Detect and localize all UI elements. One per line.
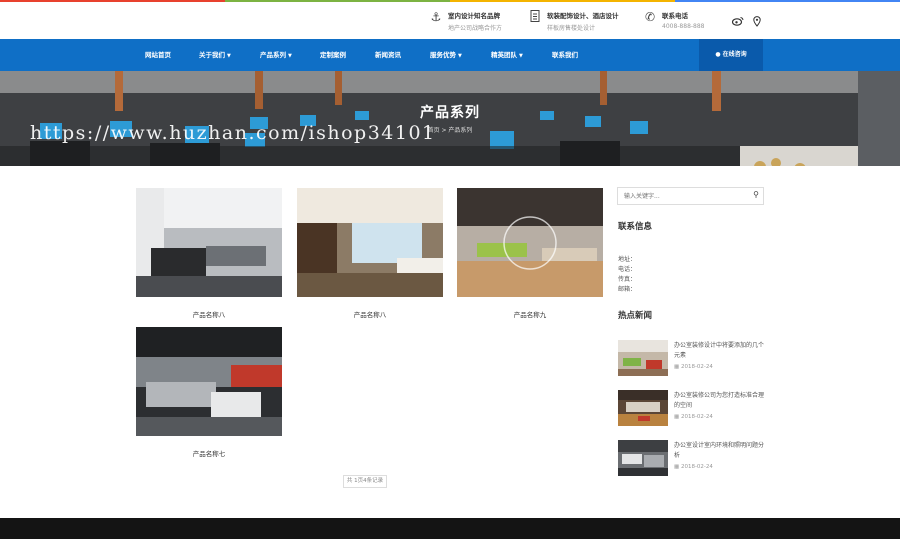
news-title[interactable]: 办公室装修公司为您打造标准合理的空间 bbox=[674, 391, 766, 411]
sidebar-search: ⚲ bbox=[617, 187, 764, 205]
weibo-icon[interactable] bbox=[731, 16, 744, 29]
news-item[interactable]: 办公室装修设计中将要添加的几个元素 ▦ 2018-02-24 bbox=[618, 340, 766, 376]
nav-item-products[interactable]: 产品系列 ▼ bbox=[260, 39, 292, 71]
calendar-icon: ▦ bbox=[674, 414, 680, 420]
product-name[interactable]: 产品名称八 bbox=[136, 309, 282, 319]
search-icon[interactable]: ⚲ bbox=[753, 190, 759, 199]
product-image[interactable] bbox=[297, 188, 443, 297]
banner-title: 产品系列 bbox=[420, 105, 480, 121]
watermark-text: https://www.huzhan.com/ishop34101 bbox=[30, 122, 436, 144]
contact-heading: 联系信息 bbox=[618, 222, 653, 232]
news-date: 2018-02-24 bbox=[680, 414, 713, 420]
phone-icon: ✆ bbox=[644, 10, 656, 24]
nav-item-home[interactable]: 网站首页 bbox=[145, 39, 171, 71]
main-nav: 网站首页 关于我们 ▼ 产品系列 ▼ 定制案例 新闻资讯 服务优势 ▼ 精英团队 ▼ 联… bbox=[0, 39, 900, 71]
nav-item-news[interactable]: 新闻资讯 bbox=[375, 39, 401, 71]
top-info-bar: ⚓ 室内设计知名品牌 地产公司战略合作方 软装配饰设计、酒店设计 样板房售楼处设… bbox=[0, 2, 900, 39]
news-title[interactable]: 办公室装修设计中将要添加的几个元素 bbox=[674, 341, 766, 361]
page-banner: 产品系列 首页 > 产品系列 https://www.huzhan.com/is… bbox=[0, 71, 900, 166]
news-item[interactable]: 办公室设计室内环境和照明问题分析 ▦ 2018-02-24 bbox=[618, 440, 766, 476]
product-image[interactable] bbox=[136, 327, 282, 436]
news-item[interactable]: 办公室装修公司为您打造标准合理的空间 ▦ 2018-02-24 bbox=[618, 390, 766, 426]
news-thumbnail[interactable] bbox=[618, 340, 668, 376]
contact-address: 地址： bbox=[618, 256, 637, 263]
nav-item-contact[interactable]: 联系我们 bbox=[552, 39, 578, 71]
news-date: 2018-02-24 bbox=[680, 364, 713, 370]
page-footer bbox=[0, 518, 900, 539]
nav-item-about[interactable]: 关于我们 ▼ bbox=[199, 39, 231, 71]
hot-news-heading: 热点新闻 bbox=[618, 311, 653, 321]
anchor-icon: ⚓ bbox=[430, 10, 442, 24]
location-pin-icon[interactable] bbox=[753, 16, 761, 30]
caret-down-icon: ▼ bbox=[227, 53, 231, 59]
news-thumbnail[interactable] bbox=[618, 440, 668, 476]
calendar-icon: ▦ bbox=[674, 464, 680, 470]
document-icon bbox=[528, 10, 542, 24]
nav-item-advantages[interactable]: 服务优势 ▼ bbox=[430, 39, 462, 71]
caret-down-icon: ▼ bbox=[519, 53, 523, 59]
chat-bubble-icon: ● bbox=[715, 51, 721, 58]
contact-email: 邮箱： bbox=[618, 286, 637, 293]
product-image[interactable] bbox=[457, 188, 603, 297]
product-card[interactable]: 产品名称八 bbox=[136, 188, 282, 319]
caret-down-icon: ▼ bbox=[458, 53, 462, 59]
calendar-icon: ▦ bbox=[674, 364, 680, 370]
news-date: 2018-02-24 bbox=[680, 464, 713, 470]
nav-item-team[interactable]: 精英团队 ▼ bbox=[491, 39, 523, 71]
online-consult-button[interactable]: ● 在线咨询 bbox=[699, 39, 763, 71]
product-name[interactable]: 产品名称七 bbox=[136, 448, 282, 458]
product-image[interactable] bbox=[136, 188, 282, 297]
product-name[interactable]: 产品名称八 bbox=[297, 309, 443, 319]
news-title[interactable]: 办公室设计室内环境和照明问题分析 bbox=[674, 441, 766, 461]
product-card[interactable]: 产品名称九 bbox=[457, 188, 603, 319]
news-thumbnail[interactable] bbox=[618, 390, 668, 426]
caret-down-icon: ▼ bbox=[288, 53, 292, 59]
pagination-info: 共 1页4条记录 bbox=[343, 475, 387, 488]
product-name[interactable]: 产品名称九 bbox=[457, 309, 603, 319]
search-input[interactable] bbox=[618, 188, 746, 204]
product-card[interactable]: 产品名称八 bbox=[297, 188, 443, 319]
contact-phone: 电话： bbox=[618, 266, 637, 273]
nav-item-cases[interactable]: 定制案例 bbox=[320, 39, 346, 71]
contact-fax: 传真： bbox=[618, 276, 637, 283]
product-card[interactable]: 产品名称七 bbox=[136, 327, 282, 458]
